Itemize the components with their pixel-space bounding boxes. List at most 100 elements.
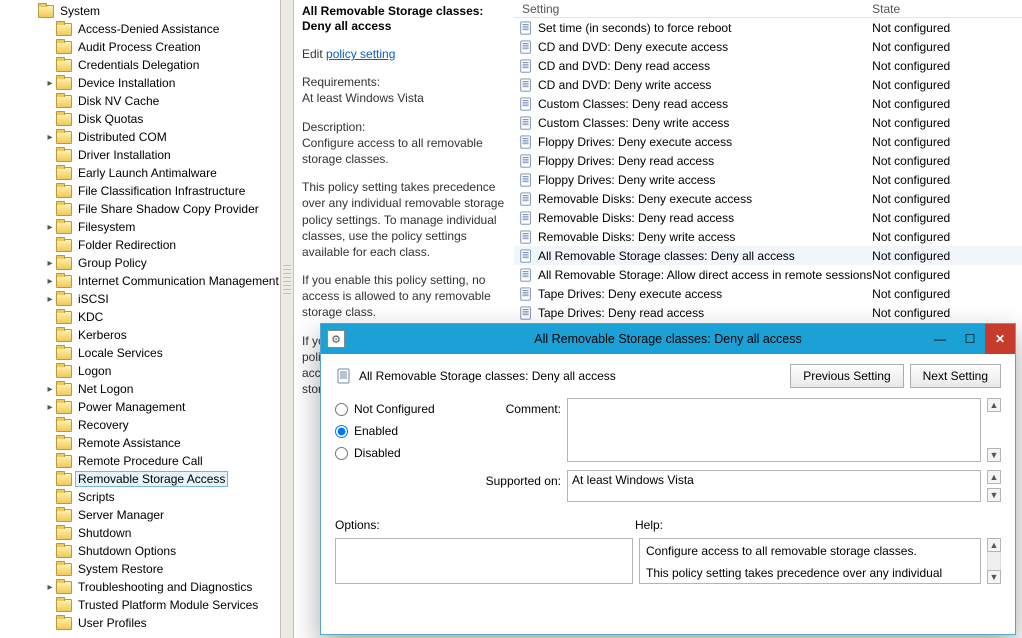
tree-item[interactable]: System Restore	[0, 560, 280, 578]
tree-item[interactable]: ▸Group Policy	[0, 254, 280, 272]
list-row[interactable]: CD and DVD: Deny execute accessNot confi…	[514, 37, 1022, 56]
scroll-down-icon[interactable]: ▼	[987, 488, 1001, 502]
chevron-right-icon[interactable]: ▸	[44, 402, 56, 413]
chevron-right-icon[interactable]: ▸	[44, 258, 56, 269]
list-row[interactable]: Floppy Drives: Deny execute accessNot co…	[514, 132, 1022, 151]
list-row[interactable]: Floppy Drives: Deny write accessNot conf…	[514, 170, 1022, 189]
chevron-right-icon[interactable]: ▸	[44, 294, 56, 305]
tree-item[interactable]: Server Manager	[0, 506, 280, 524]
tree-item[interactable]: File Classification Infrastructure	[0, 182, 280, 200]
tree-label: Distributed COM	[76, 130, 169, 144]
chevron-right-icon[interactable]: ▸	[44, 582, 56, 593]
maximize-button[interactable]: ☐	[955, 324, 985, 354]
list-row[interactable]: CD and DVD: Deny read accessNot configur…	[514, 56, 1022, 75]
list-row[interactable]: Tape Drives: Deny execute accessNot conf…	[514, 284, 1022, 303]
tree-item[interactable]: Remote Procedure Call	[0, 452, 280, 470]
tree-label: Net Logon	[76, 382, 135, 396]
tree-item[interactable]: ▸ Net Logon	[0, 380, 280, 398]
scroll-up-icon[interactable]: ▲	[987, 538, 1001, 552]
chevron-right-icon[interactable]: ▸	[44, 78, 56, 89]
tree-item[interactable]: Driver Installation	[0, 146, 280, 164]
tree-label: File Classification Infrastructure	[76, 184, 247, 198]
tree-label: Logon	[76, 364, 113, 378]
policy-name: All Removable Storage classes: Deny all …	[359, 369, 616, 383]
tree-label: Internet Communication Management	[76, 274, 280, 288]
chevron-right-icon[interactable]: ▸	[44, 222, 56, 233]
tree-item[interactable]: Kerberos	[0, 326, 280, 344]
tree-label: Disk NV Cache	[76, 94, 161, 108]
tree-item-system[interactable]: System	[0, 2, 280, 20]
tree-item[interactable]: ▸ Distributed COM	[0, 128, 280, 146]
scroll-up-icon[interactable]: ▲	[987, 470, 1001, 484]
list-row[interactable]: Removable Disks: Deny execute accessNot …	[514, 189, 1022, 208]
policy-file-icon	[518, 267, 534, 283]
tree-item[interactable]: ▸iSCSI	[0, 290, 280, 308]
previous-setting-button[interactable]: Previous Setting	[790, 364, 903, 388]
list-row[interactable]: Removable Disks: Deny write accessNot co…	[514, 227, 1022, 246]
list-row[interactable]: All Removable Storage: Allow direct acce…	[514, 265, 1022, 284]
tree-item[interactable]: Recovery	[0, 416, 280, 434]
scroll-down-icon[interactable]: ▼	[987, 570, 1001, 584]
tree-item[interactable]: Shutdown	[0, 524, 280, 542]
tree-label: System Restore	[76, 562, 165, 576]
chevron-right-icon[interactable]: ▸	[44, 276, 56, 287]
tree-item[interactable]: Scripts	[0, 488, 280, 506]
cell-state: Not configured	[872, 287, 1022, 301]
radio-enabled[interactable]: Enabled	[335, 420, 465, 442]
list-row[interactable]: All Removable Storage classes: Deny all …	[514, 246, 1022, 265]
tree-label: Server Manager	[76, 508, 166, 522]
radio-disabled[interactable]: Disabled	[335, 442, 465, 464]
folder-icon	[56, 94, 72, 108]
close-button[interactable]: ✕	[985, 324, 1015, 354]
tree-item[interactable]: User Profiles	[0, 614, 280, 632]
chevron-right-icon[interactable]: ▸	[44, 132, 56, 143]
tree-item[interactable]: Access-Denied Assistance	[0, 20, 280, 38]
list-row[interactable]: Custom Classes: Deny write accessNot con…	[514, 113, 1022, 132]
tree-item[interactable]: Shutdown Options	[0, 542, 280, 560]
tree-item[interactable]: Locale Services	[0, 344, 280, 362]
radio-label: Disabled	[354, 446, 401, 460]
list-row[interactable]: Floppy Drives: Deny read accessNot confi…	[514, 151, 1022, 170]
tree-item[interactable]: Audit Process Creation	[0, 38, 280, 56]
tree-item[interactable]: ▸Power Management	[0, 398, 280, 416]
tree-item[interactable]: Remote Assistance	[0, 434, 280, 452]
col-setting[interactable]: Setting	[522, 2, 872, 16]
list-row[interactable]: Removable Disks: Deny read accessNot con…	[514, 208, 1022, 227]
tree-item[interactable]: ▸ Internet Communication Management	[0, 272, 280, 290]
tree-item[interactable]: Disk Quotas	[0, 110, 280, 128]
tree-item[interactable]: Early Launch Antimalware	[0, 164, 280, 182]
list-row[interactable]: Custom Classes: Deny read accessNot conf…	[514, 94, 1022, 113]
detail-para-3: If you enable this policy setting, no ac…	[302, 272, 506, 321]
scroll-down-icon[interactable]: ▼	[987, 448, 1001, 462]
tree-item[interactable]: ▸Troubleshooting and Diagnostics	[0, 578, 280, 596]
list-row[interactable]: Set time (in seconds) to force rebootNot…	[514, 18, 1022, 37]
cell-setting: Tape Drives: Deny read access	[538, 306, 872, 320]
scroll-up-icon[interactable]: ▲	[987, 398, 1001, 412]
dialog-titlebar[interactable]: All Removable Storage classes: Deny all …	[321, 324, 1015, 354]
tree-item[interactable]: Removable Storage Access	[0, 470, 280, 488]
tree-item[interactable]: Logon	[0, 362, 280, 380]
tree-item[interactable]: ▸Filesystem	[0, 218, 280, 236]
next-setting-button[interactable]: Next Setting	[910, 364, 1001, 388]
edit-policy-link[interactable]: policy setting	[326, 47, 395, 61]
folder-icon	[56, 490, 72, 504]
tree-item[interactable]: File Share Shadow Copy Provider	[0, 200, 280, 218]
cell-setting: Custom Classes: Deny write access	[538, 116, 872, 130]
tree-item[interactable]: Disk NV Cache	[0, 92, 280, 110]
nav-tree[interactable]: System Access-Denied AssistanceAudit Pro…	[0, 0, 280, 638]
tree-item[interactable]: KDC	[0, 308, 280, 326]
tree-item[interactable]: Folder Redirection	[0, 236, 280, 254]
folder-icon	[56, 508, 72, 522]
list-row[interactable]: Tape Drives: Deny read accessNot configu…	[514, 303, 1022, 322]
tree-item[interactable]: Credentials Delegation	[0, 56, 280, 74]
col-state[interactable]: State	[872, 2, 1022, 16]
minimize-button[interactable]: —	[925, 324, 955, 354]
radio-not-configured[interactable]: Not Configured	[335, 398, 465, 420]
list-row[interactable]: CD and DVD: Deny write accessNot configu…	[514, 75, 1022, 94]
chevron-right-icon[interactable]: ▸	[44, 384, 56, 395]
tree-item[interactable]: ▸Device Installation	[0, 74, 280, 92]
tree-item[interactable]: Trusted Platform Module Services	[0, 596, 280, 614]
splitter-handle[interactable]	[280, 0, 294, 638]
cell-setting: All Removable Storage classes: Deny all …	[538, 249, 872, 263]
comment-input[interactable]	[567, 398, 981, 462]
